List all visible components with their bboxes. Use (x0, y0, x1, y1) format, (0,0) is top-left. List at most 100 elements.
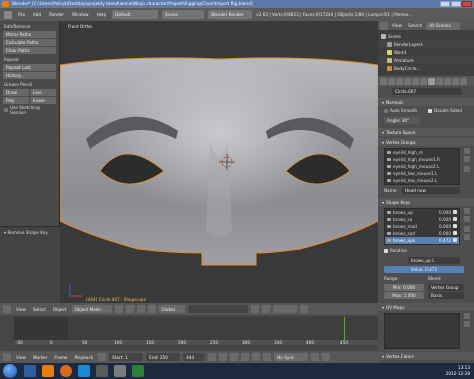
uv-maps-panel-header[interactable]: UV Maps (378, 303, 474, 311)
start-frame-field[interactable]: Start: 1 (109, 353, 144, 361)
list-item[interactable]: brows_sad 0.000 (385, 230, 459, 237)
texture-space-panel-header[interactable]: Texture Space (378, 128, 474, 136)
shape-keys-panel-header[interactable]: Shape Keys (378, 198, 474, 206)
sketching-session-checkbox[interactable]: Use Sketching Session (2, 105, 57, 115)
proportional-icon[interactable] (261, 305, 270, 313)
next-key-icon[interactable] (252, 353, 261, 361)
constraints-tab-icon[interactable] (412, 77, 419, 85)
list-item[interactable]: eyelid_high_m (385, 149, 459, 156)
slider-max-field[interactable]: Max: 1.000 (384, 292, 424, 299)
menu-object[interactable]: Object (51, 307, 69, 312)
menu-marker[interactable]: Marker (31, 355, 49, 360)
end-frame-field[interactable]: End: 250 (146, 353, 181, 361)
shape-key-value[interactable]: 0.000 (439, 231, 451, 236)
remove-uv-map-button[interactable] (464, 321, 470, 327)
vertex-group-list[interactable]: eyelid_high_m eyelid_high_mouse1.R eyeli… (384, 148, 460, 185)
screen-layout-select[interactable]: Default (112, 10, 159, 19)
menu-render[interactable]: Render (47, 12, 66, 17)
menu-search[interactable]: Search (406, 23, 424, 28)
editor-type-icon[interactable] (3, 353, 11, 361)
snap-icon[interactable] (250, 305, 259, 313)
checkbox-icon[interactable] (453, 224, 457, 228)
list-item[interactable]: eyelid_high_mouse2.L (385, 163, 459, 170)
list-item[interactable]: eyelid_low_mouse2.L (385, 177, 459, 184)
redo-panel-header[interactable]: ▾ Remove Shape Key (2, 229, 58, 236)
current-frame-marker[interactable] (344, 317, 345, 340)
play-icon[interactable] (241, 353, 250, 361)
menu-window[interactable]: Window (70, 12, 91, 17)
double-sided-checkbox[interactable]: Double Sided (428, 108, 462, 113)
move-up-button[interactable] (464, 226, 470, 232)
particles-tab-icon[interactable] (452, 77, 459, 85)
erase-button[interactable]: Erase (30, 97, 56, 104)
sync-select[interactable]: No Sync (274, 353, 309, 361)
relative-to-field[interactable]: Basis (428, 292, 464, 299)
shape-key-value[interactable]: 0.472 (439, 238, 451, 243)
editor-type-icon[interactable] (4, 10, 12, 19)
move-down-button[interactable] (464, 234, 470, 240)
timeline-ruler[interactable]: -50 0 50 100 150 200 250 300 350 400 450 (14, 340, 378, 345)
current-frame-field[interactable]: 444 (183, 353, 206, 361)
blender-taskbar-icon[interactable] (42, 365, 54, 377)
editor-type-icon[interactable] (3, 305, 11, 313)
mode-select[interactable]: Object Mode (71, 305, 112, 313)
list-item[interactable]: brows_sa 0.000 (385, 216, 459, 223)
modifiers-tab-icon[interactable] (420, 77, 427, 85)
3d-viewport[interactable]: Front Ortho (444) Circle.007 : Shape:ups (60, 21, 378, 303)
list-item[interactable]: brows_up 0.000 (385, 209, 459, 216)
auto-smooth-checkbox[interactable]: Auto Smooth (384, 108, 417, 113)
firefox-icon[interactable] (60, 365, 72, 377)
pivot-icon[interactable] (125, 305, 134, 313)
taskbar-clock[interactable]: 13:13 2012-12-28 (446, 365, 470, 377)
timeline-editor[interactable]: -50 0 50 100 150 200 250 300 350 400 450 (0, 315, 378, 351)
media-player-icon[interactable] (24, 365, 36, 377)
orientation-select[interactable]: Global (158, 305, 185, 313)
menu-view[interactable]: View (14, 307, 28, 312)
add-uv-map-button[interactable] (464, 313, 470, 319)
vertex-group-field[interactable]: Vertex Group (428, 284, 464, 291)
texture-tab-icon[interactable] (444, 77, 451, 85)
timeline-keyframe-area[interactable] (14, 317, 378, 340)
history-button[interactable]: History... (3, 72, 56, 79)
outliner-row-scene[interactable]: Scene (378, 32, 474, 40)
app-icon[interactable] (96, 365, 108, 377)
list-item[interactable]: brows_mad 0.000 (385, 223, 459, 230)
preview-range-icon[interactable] (98, 353, 107, 361)
manipulator-icon[interactable] (136, 305, 145, 313)
snap-target-select[interactable] (272, 305, 297, 313)
render-tab-icon[interactable] (380, 77, 387, 85)
vertex-groups-panel-header[interactable]: Vertex Groups (378, 138, 474, 146)
calculate-paths-button[interactable]: Calculate Paths (3, 39, 56, 46)
draw-button[interactable]: Draw (3, 89, 29, 96)
relative-checkbox[interactable]: Relative (384, 248, 407, 253)
editor-type-icon[interactable] (380, 21, 388, 30)
scene-tab-icon[interactable] (388, 77, 395, 85)
outliner[interactable]: Scene RenderLayers World Armature BodyCi… (378, 30, 474, 76)
outliner-filter-select[interactable]: All Scenes (426, 21, 461, 30)
translate-icon[interactable] (147, 305, 156, 313)
vertex-group-name-field[interactable]: Head new (402, 187, 460, 194)
outliner-row-armature[interactable]: Armature (378, 56, 474, 64)
vertex-group-specials-button[interactable] (464, 166, 470, 172)
line-button[interactable]: Line (30, 89, 56, 96)
angle-field[interactable]: Angle: 30° (384, 117, 420, 124)
outliner-row-world[interactable]: World (378, 48, 474, 56)
shape-key-value-slider[interactable]: Value: 0.472 (384, 266, 464, 273)
layer-buttons[interactable] (187, 305, 248, 313)
vertex-colors-panel-header[interactable]: Vertex Colors (378, 352, 474, 360)
list-item[interactable]: eyelid_low_mouse1.L (385, 170, 459, 177)
menu-playback[interactable]: Playback (72, 355, 95, 360)
slider-min-field[interactable]: Min: 0.000 (384, 284, 424, 291)
checkbox-icon[interactable] (453, 217, 457, 221)
list-item[interactable]: eyelid_high_mouse1.R (385, 156, 459, 163)
shape-key-value[interactable]: 0.000 (439, 217, 451, 222)
object-tab-icon[interactable] (404, 77, 411, 85)
add-shape-key-button[interactable] (464, 208, 470, 214)
render-engine-select[interactable]: Blender Render (208, 10, 253, 19)
menu-file[interactable]: File (16, 12, 27, 17)
minimize-button[interactable] (440, 1, 450, 7)
shape-key-value[interactable]: 0.000 (439, 210, 451, 215)
record-icon[interactable] (311, 353, 320, 361)
mesh-name-field[interactable]: Circle.007 (392, 88, 462, 95)
checkbox-icon[interactable] (453, 210, 457, 214)
